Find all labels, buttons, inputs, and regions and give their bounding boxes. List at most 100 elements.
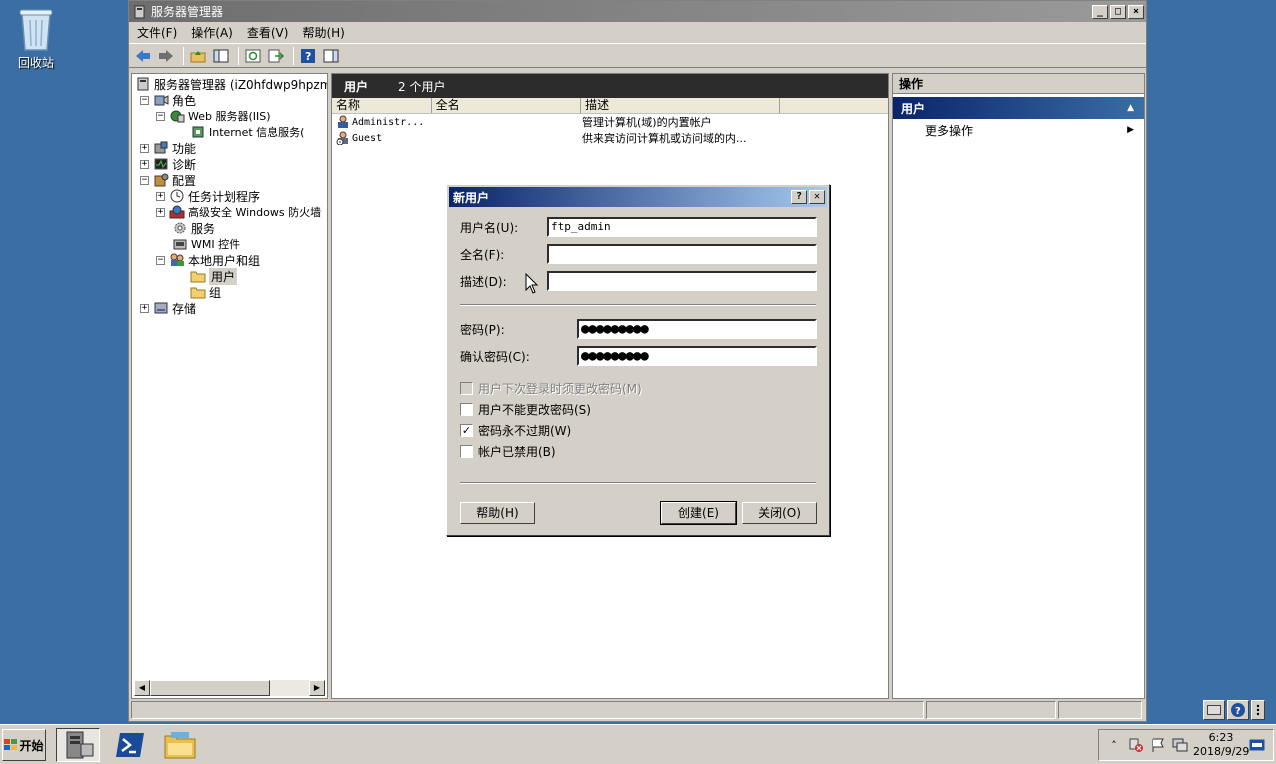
window-titlebar[interactable]: 服务器管理器 _ □ × — [129, 1, 1146, 22]
help-button[interactable]: 帮助(H) — [460, 502, 535, 524]
folder-icon — [190, 271, 206, 283]
network-icon[interactable] — [1171, 737, 1189, 753]
tree-item-configuration[interactable]: − 配置 — [140, 172, 196, 188]
list-item[interactable]: Guest 供来宾访问计算机或访问域的内... — [332, 130, 888, 146]
must-change-password-checkbox[interactable] — [460, 382, 473, 395]
dialog-titlebar[interactable]: 新用户 ? ✕ — [449, 187, 827, 207]
show-hide-action-pane-button[interactable] — [321, 47, 341, 65]
show-hide-tree-button[interactable] — [211, 47, 231, 65]
network-error-icon[interactable] — [1127, 737, 1145, 753]
close-dialog-button[interactable]: 关闭(O) — [742, 502, 817, 524]
action-pane-icon — [323, 49, 339, 62]
scroll-track[interactable] — [270, 680, 309, 696]
taskbar-powershell[interactable] — [108, 728, 152, 762]
fullname-label: 全名(F): — [460, 247, 505, 262]
users-group-icon — [170, 253, 184, 266]
confirm-password-input[interactable]: ●●●●●●●●● — [577, 346, 817, 366]
toolbar-separator — [293, 46, 294, 65]
tree-item-users[interactable]: 用户 — [190, 267, 238, 285]
scroll-left-button[interactable]: ◀ — [134, 680, 150, 696]
taskbar-explorer[interactable] — [158, 728, 202, 762]
collapse-toggle[interactable]: − — [140, 95, 149, 105]
tree-item-features[interactable]: + 功能 — [140, 140, 196, 156]
start-button[interactable]: 开始 — [2, 729, 46, 761]
tree-item-firewall[interactable]: + 高级安全 Windows 防火墙 — [156, 204, 321, 220]
tree-item-task-scheduler[interactable]: + 任务计划程序 — [156, 188, 260, 204]
close-button[interactable]: × — [1128, 4, 1144, 19]
tray-menu-button[interactable] — [1251, 700, 1265, 720]
server-manager-icon — [66, 731, 94, 759]
back-button[interactable] — [133, 47, 153, 65]
tree-item-diagnostics[interactable]: + 诊断 — [140, 156, 196, 172]
collapse-toggle[interactable]: − — [156, 255, 165, 265]
tree-item-roles[interactable]: − 角色 — [140, 92, 196, 108]
language-keyboard-icon[interactable] — [1249, 739, 1265, 751]
keyboard-icon — [1207, 705, 1221, 715]
username-input[interactable]: ftp_admin — [547, 217, 817, 237]
expand-toggle[interactable]: + — [140, 143, 149, 153]
taskbar-server-manager[interactable] — [56, 728, 100, 762]
password-input[interactable]: ●●●●●●●●● — [577, 319, 817, 339]
more-actions-item[interactable]: 更多操作 ▶ — [893, 119, 1144, 141]
dialog-title: 新用户 — [453, 190, 490, 205]
cannot-change-password-checkbox[interactable] — [460, 403, 473, 416]
menu-action[interactable]: 操作(A) — [191, 24, 233, 41]
description-input[interactable] — [547, 271, 817, 291]
expand-toggle[interactable]: + — [156, 191, 165, 201]
tree-item-web-server[interactable]: − Web 服务器(IIS) — [156, 108, 271, 124]
tree-label: 高级安全 Windows 防火墙 — [188, 206, 322, 219]
password-never-expires-checkbox[interactable]: ✓ — [460, 424, 473, 437]
list-item[interactable]: Administr... 管理计算机(域)的内置帐户 — [332, 114, 888, 130]
recycle-bin-icon — [19, 9, 53, 51]
chevron-up-icon: ▲ — [1127, 103, 1134, 113]
tree-item-iis-manager[interactable]: Internet 信息服务( — [190, 124, 304, 140]
tree-item-local-users-groups[interactable]: − 本地用户和组 — [156, 252, 260, 268]
collapse-toggle[interactable]: − — [140, 175, 149, 185]
expand-toggle[interactable]: + — [140, 303, 149, 313]
actions-title: 操作 — [893, 74, 1144, 94]
console-tree: 服务器管理器 (iZ0hfdwp9hpzmh − 角色 − Web 服务器(II… — [131, 73, 328, 699]
column-header-description[interactable]: 描述 — [581, 98, 781, 113]
help-tray-button[interactable]: ? — [1227, 700, 1249, 720]
recycle-bin[interactable]: 回收站 — [8, 6, 64, 71]
refresh-icon — [245, 49, 261, 62]
column-header-name[interactable]: 名称 — [332, 98, 432, 113]
clock[interactable]: 6:23 2018/9/29 — [1193, 731, 1249, 759]
tree-item-groups[interactable]: 组 — [190, 284, 221, 300]
expand-toggle[interactable]: + — [140, 159, 149, 169]
expand-toggle[interactable]: + — [156, 207, 165, 217]
minimize-button[interactable]: _ — [1092, 4, 1108, 19]
maximize-button[interactable]: □ — [1110, 4, 1126, 19]
keyboard-button[interactable] — [1203, 700, 1225, 720]
console-tree-icon — [213, 49, 229, 62]
column-header-empty — [780, 98, 888, 113]
menu-file[interactable]: 文件(F) — [137, 24, 177, 41]
scroll-thumb[interactable] — [150, 680, 270, 696]
tree-item-wmi[interactable]: WMI 控件 — [172, 236, 240, 252]
create-button[interactable]: 创建(E) — [660, 501, 737, 525]
menu-view[interactable]: 查看(V) — [247, 24, 289, 41]
flag-icon[interactable] — [1149, 737, 1167, 753]
collapse-toggle[interactable]: − — [156, 111, 165, 121]
up-button[interactable] — [188, 47, 208, 65]
export-button[interactable] — [266, 47, 286, 65]
fullname-input[interactable] — [547, 244, 817, 264]
scroll-right-button[interactable]: ▶ — [309, 680, 325, 696]
tree-label: 本地用户和组 — [188, 253, 261, 268]
refresh-button[interactable] — [243, 47, 263, 65]
tree-item-storage[interactable]: + 存储 — [140, 300, 196, 316]
menu-help[interactable]: 帮助(H) — [302, 24, 344, 41]
dialog-help-button[interactable]: ? — [791, 190, 807, 204]
tree-item-root[interactable]: 服务器管理器 (iZ0hfdwp9hpzmh — [135, 76, 327, 92]
account-disabled-checkbox[interactable] — [460, 445, 473, 458]
help-toolbar-button[interactable]: ? — [298, 47, 318, 65]
results-header: 用户 2 个用户 — [332, 74, 888, 98]
show-hidden-icons-icon[interactable]: ˄ — [1105, 739, 1123, 752]
tree-item-services[interactable]: 服务 — [172, 220, 215, 236]
column-header-fullname[interactable]: 全名 — [432, 98, 582, 113]
vertical-dots-icon — [1256, 704, 1260, 716]
forward-button[interactable] — [156, 47, 176, 65]
tree-horizontal-scrollbar[interactable]: ◀ ▶ — [134, 680, 325, 696]
dialog-close-button[interactable]: ✕ — [809, 190, 825, 204]
actions-section-users[interactable]: 用户 ▲ — [893, 97, 1144, 119]
